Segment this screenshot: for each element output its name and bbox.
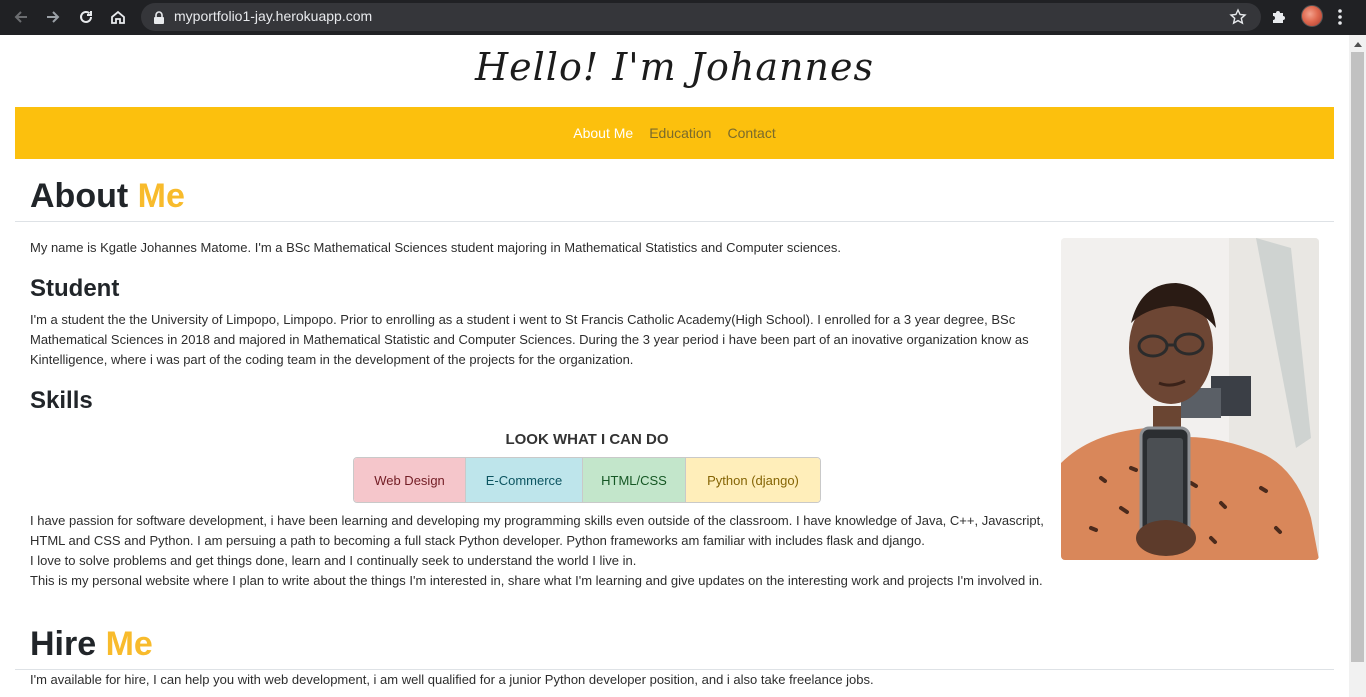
passion-line: I have passion for software development,… (30, 513, 1044, 528)
address-bar[interactable]: myportfolio1-jay.herokuapp.com (141, 3, 1261, 31)
skill-web-design[interactable]: Web Design (354, 458, 466, 502)
main-navbar: About Me Education Contact (15, 107, 1334, 159)
star-icon[interactable] (1229, 8, 1247, 30)
forward-arrow-icon[interactable] (40, 4, 66, 30)
passion-line: This is my personal website where I plan… (30, 573, 1043, 588)
skill-python-django[interactable]: Python (django) (686, 458, 820, 502)
about-intro: My name is Kgatle Johannes Matome. I'm a… (30, 240, 842, 255)
scroll-up-arrow-icon[interactable] (1349, 35, 1366, 52)
nav-education[interactable]: Education (641, 125, 719, 141)
about-heading-accent: Me (137, 177, 185, 215)
home-icon[interactable] (105, 4, 131, 30)
skill-e-commerce[interactable]: E-Commerce (466, 458, 583, 502)
url-text[interactable]: myportfolio1-jay.herokuapp.com (174, 8, 372, 24)
hire-heading-text: Hire (30, 625, 106, 663)
student-line: I'm a student the the University of Limp… (30, 312, 1016, 327)
student-line: Mathematical Sciences in 2018 and majore… (30, 332, 1029, 347)
puzzle-icon[interactable] (1270, 7, 1288, 29)
student-paragraph: I'm a student the the University of Limp… (30, 310, 1029, 370)
scrollbar-thumb[interactable] (1351, 52, 1364, 662)
hire-text: I'm available for hire, I can help you w… (30, 672, 874, 687)
profile-photo (1061, 238, 1319, 560)
skill-html-css[interactable]: HTML/CSS (583, 458, 686, 502)
hire-heading-accent: Me (105, 625, 153, 663)
about-heading: About Me (30, 177, 185, 216)
student-line: Kintelligence, where i was part of the c… (30, 352, 634, 367)
browser-toolbar: myportfolio1-jay.herokuapp.com (0, 0, 1366, 35)
skills-button-group: Web Design E-Commerce HTML/CSS Python (d… (353, 457, 821, 503)
student-heading: Student (30, 275, 120, 302)
nav-about-me[interactable]: About Me (565, 125, 641, 141)
passion-line: I love to solve problems and get things … (30, 553, 637, 568)
profile-avatar[interactable] (1301, 5, 1323, 27)
page-scrollbar[interactable] (1349, 35, 1366, 697)
page-content: Hello! I'm Johannes About Me Education C… (0, 35, 1349, 697)
skills-title: LOOK WHAT I CAN DO (505, 431, 669, 448)
skills-heading: Skills (30, 387, 93, 414)
lock-icon[interactable] (153, 10, 165, 29)
hire-heading: Hire Me (30, 625, 153, 664)
kebab-menu-icon[interactable] (1337, 8, 1343, 30)
passion-line: HTML and CSS and Python. I am persuing a… (30, 533, 925, 548)
about-heading-text: About (30, 177, 138, 215)
back-arrow-icon[interactable] (8, 4, 34, 30)
passion-paragraph: I have passion for software development,… (30, 511, 1044, 591)
site-title: Hello! I'm Johannes (475, 45, 874, 89)
reload-icon[interactable] (73, 4, 99, 30)
section-divider (15, 221, 1334, 222)
nav-contact[interactable]: Contact (719, 125, 783, 141)
